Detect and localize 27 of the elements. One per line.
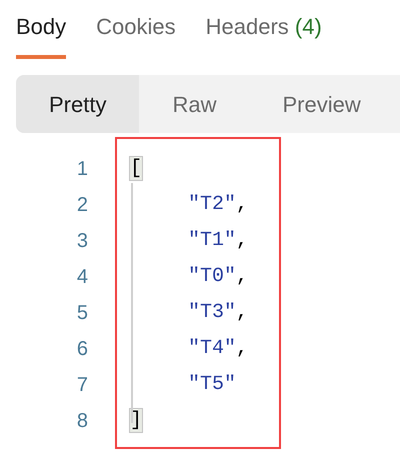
string-token: "T3" <box>188 301 236 324</box>
line-number: 7 <box>76 373 88 398</box>
line-number: 8 <box>76 409 88 434</box>
string-token: "T4" <box>188 337 236 360</box>
bracket-match: ] <box>130 409 142 432</box>
comma-token: , <box>236 193 248 216</box>
view-mode-tab[interactable]: Raw <box>139 75 250 133</box>
string-token: "T2" <box>188 193 236 216</box>
string-token: "T5" <box>188 373 236 396</box>
line-number: 6 <box>76 337 88 362</box>
comma-token: , <box>236 265 248 288</box>
tab[interactable]: Headers (4) <box>206 10 322 59</box>
line-number: 5 <box>76 301 88 326</box>
view-mode-tab[interactable]: Pretty <box>16 75 140 133</box>
string-token: "T0" <box>188 265 236 288</box>
bracket-match: [ <box>130 157 142 180</box>
line-number: 4 <box>76 265 88 290</box>
line-number: 3 <box>76 229 88 254</box>
tab[interactable]: Cookies <box>96 10 176 59</box>
string-token: "T1" <box>188 229 236 252</box>
line-number: 1 <box>76 157 88 182</box>
comma-token: , <box>236 337 248 360</box>
view-mode-tab[interactable]: Preview <box>249 75 394 133</box>
comma-token: , <box>236 301 248 324</box>
tab[interactable]: Body <box>16 10 66 59</box>
line-number: 2 <box>76 193 88 218</box>
comma-token: , <box>236 229 248 252</box>
